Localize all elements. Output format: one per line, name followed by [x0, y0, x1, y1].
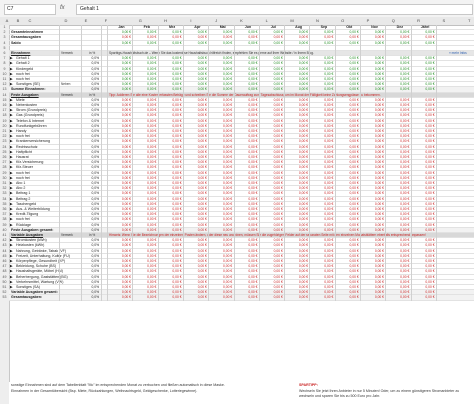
grid-line — [157, 25, 159, 301]
grid-line — [435, 25, 437, 301]
column-header[interactable]: H — [160, 17, 172, 25]
grid-line — [334, 25, 336, 301]
footer-tip: Wechseln Sie jetzt Ihren Anbieter in nur… — [299, 389, 460, 398]
cell-value[interactable]: 0,00 € — [387, 295, 409, 300]
footer-line-2: Einnahmen in der Gesamtübersicht (Bsp. M… — [11, 389, 198, 393]
cell-value[interactable]: 0,00 € — [286, 295, 308, 300]
footer-notes: sonstige Einnahmen sind auf dem Tabellen… — [9, 382, 474, 404]
grid-line — [101, 25, 102, 301]
grid-line — [360, 25, 361, 301]
cell-value[interactable]: 0,00 € — [210, 295, 232, 300]
grid-line — [208, 25, 210, 301]
column-header[interactable]: D — [60, 17, 72, 25]
grid-line — [132, 25, 134, 301]
column-header[interactable]: B — [12, 17, 24, 25]
sheet-grid: Jan Feb Mrz Apr Mai Jun Jul Aug Sep Okt Nov Dez Jähr… — [9, 25, 474, 404]
spreadsheet-window: C7 fx Gehalt 1 ABCDEFGHIJKLMNOPQRST 1234… — [0, 0, 474, 404]
formula-input[interactable]: Gehalt 1 — [76, 4, 473, 15]
grand-total-row: Gesamtausgaben: 0,00 €0,00 €0,00 €0,00 €0… — [9, 295, 474, 301]
formula-bar: C7 fx Gehalt 1 — [0, 0, 474, 18]
column-header[interactable]: G — [134, 17, 146, 25]
column-header[interactable]: J — [210, 17, 222, 25]
column-header[interactable]: S — [438, 17, 450, 25]
cell-value[interactable]: 0,00 € — [134, 295, 156, 300]
column-header[interactable]: F — [100, 17, 112, 25]
grid-line — [385, 25, 387, 301]
column-header[interactable]: L — [261, 17, 273, 25]
cell-value[interactable]: 0,00 € — [160, 295, 181, 300]
cell-value[interactable]: 0,00 € — [362, 295, 384, 300]
cell-value[interactable]: 0,00 € — [337, 295, 359, 300]
footer-line-1: sonstige Einnahmen sind auf dem Tabellen… — [11, 383, 225, 387]
column-header[interactable]: E — [80, 17, 92, 25]
column-header[interactable]: N — [311, 17, 323, 25]
grid-line — [182, 25, 184, 301]
column-header[interactable]: M — [286, 17, 298, 25]
column-header[interactable]: C — [24, 17, 36, 25]
column-header[interactable]: K — [236, 17, 248, 25]
grid-line — [284, 25, 286, 301]
cell-value[interactable]: 0,00 € — [413, 295, 434, 300]
cell-value[interactable]: 0,00 € — [185, 295, 207, 300]
cell-value[interactable]: 0,00 € — [311, 295, 333, 300]
grid-line — [59, 25, 60, 301]
grid-line — [258, 25, 260, 301]
column-header[interactable]: O — [337, 17, 349, 25]
row-number[interactable]: 53 — [0, 295, 9, 300]
grid-line — [107, 25, 108, 301]
percent-value: 0,0% — [91, 295, 99, 300]
cell-value[interactable]: 0,00 € — [236, 295, 257, 300]
cell-value[interactable]: 0,00 € — [261, 295, 283, 300]
column-header[interactable]: I — [185, 17, 197, 25]
row-label: Gesamtausgaben: — [11, 295, 43, 300]
grid-line — [309, 25, 311, 301]
cell-value[interactable]: 0,00 € — [109, 295, 131, 300]
column-header[interactable]: P — [362, 17, 374, 25]
function-icon[interactable]: fx — [60, 4, 65, 13]
column-header[interactable]: T — [463, 17, 474, 25]
footer-tip-label: SPARTIPP: — [299, 383, 318, 387]
grid-line — [410, 25, 412, 301]
name-box[interactable]: C7 — [4, 4, 56, 15]
grid-line — [233, 25, 235, 301]
column-header[interactable]: Q — [387, 17, 399, 25]
column-header[interactable]: R — [413, 17, 425, 25]
grid-line — [81, 25, 82, 301]
